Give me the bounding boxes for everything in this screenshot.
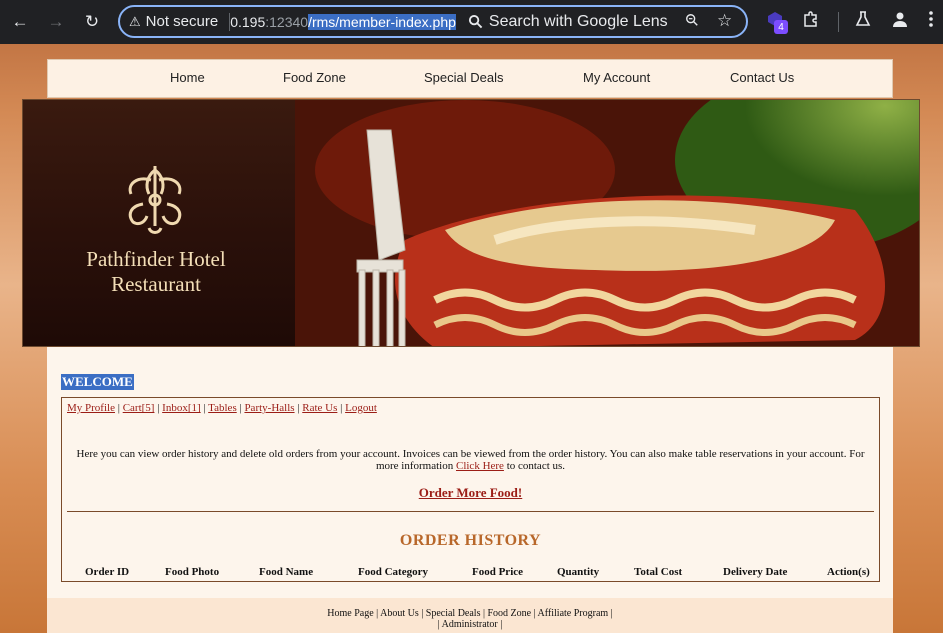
lasagna-photo (295, 100, 919, 346)
rate-us-link[interactable]: Rate Us (302, 402, 337, 414)
profile-icon[interactable] (891, 10, 909, 33)
url-path: /rms/member-index.php (308, 13, 456, 30)
order-more-container: Order More Food! (62, 485, 879, 501)
extension-badge: 4 (774, 20, 788, 34)
restaurant-name: Pathfinder Hotel Restaurant (23, 247, 289, 297)
footer-line1: Home Page | About Us | Special Deals | F… (327, 608, 613, 619)
welcome-heading: WELCOME (61, 374, 134, 390)
footer-food-zone-link[interactable]: Food Zone (487, 608, 531, 619)
labs-flask-icon[interactable] (855, 10, 871, 33)
forward-icon[interactable]: → (44, 10, 68, 34)
footer-special-deals-link[interactable]: Special Deals (426, 608, 481, 619)
col-quantity: Quantity (557, 566, 600, 578)
intro-text: Here you can view order history and dele… (67, 448, 874, 472)
header-banner: Pathfinder Hotel Restaurant (22, 99, 920, 347)
nav-contact-us[interactable]: Contact Us (730, 70, 794, 85)
click-here-link[interactable]: Click Here (456, 460, 504, 472)
footer: Home Page | About Us | Special Deals | F… (47, 598, 893, 633)
inbox-link[interactable]: Inbox[1] (162, 402, 201, 414)
back-icon[interactable]: ← (8, 10, 32, 34)
toolbar-divider (838, 12, 839, 32)
url-text[interactable]: 0.195:12340/rms/member-index.php (230, 13, 456, 30)
lily-logo-icon (128, 166, 182, 234)
col-total-cost: Total Cost (634, 566, 683, 578)
footer-about-us-link[interactable]: About Us (380, 608, 419, 619)
my-profile-link[interactable]: My Profile (67, 402, 115, 414)
col-food-category: Food Category (358, 566, 428, 578)
logout-link[interactable]: Logout (345, 402, 377, 414)
restaurant-name-line1: Pathfinder Hotel (86, 247, 226, 271)
tables-link[interactable]: Tables (208, 402, 237, 414)
lens-label: Search with Google Lens (488, 12, 668, 30)
url-port: :12340 (265, 13, 309, 30)
order-more-food-link[interactable]: Order More Food! (419, 485, 523, 500)
lasagna-illustration (295, 100, 919, 346)
member-links: My Profile | Cart[5] | Inbox[1] | Tables… (67, 402, 377, 414)
puzzle-icon[interactable] (802, 10, 820, 33)
url-host: 0.195 (230, 13, 266, 30)
footer-line2: | Administrator | (437, 619, 503, 630)
brand-panel: Pathfinder Hotel Restaurant (23, 100, 295, 346)
search-icon (468, 14, 483, 29)
member-panel: My Profile | Cart[5] | Inbox[1] | Tables… (61, 397, 880, 582)
site-navigation: Home Food Zone Special Deals My Account … (47, 59, 893, 98)
cart-link[interactable]: Cart[5] (123, 402, 155, 414)
footer-affiliate-program-link[interactable]: Affiliate Program (538, 608, 609, 619)
reload-icon[interactable]: ↻ (80, 10, 104, 34)
restaurant-name-line2: Restaurant (111, 272, 201, 296)
warning-icon[interactable]: ⚠ (129, 14, 141, 30)
footer-administrator-link[interactable]: Administrator (442, 619, 498, 630)
lens-button[interactable]: Search with Google Lens (468, 13, 668, 31)
nav-special-deals[interactable]: Special Deals (424, 70, 504, 85)
browser-toolbar: ← → ↻ ⚠ Not secure 0.195:12340/rms/membe… (0, 0, 943, 44)
menu-dots-icon[interactable] (928, 10, 934, 33)
order-history-title: ORDER HISTORY (399, 532, 542, 549)
intro-text-after: to contact us. (506, 460, 566, 472)
nav-home[interactable]: Home (170, 70, 205, 85)
col-food-photo: Food Photo (165, 566, 220, 578)
col-order-id: Order ID (85, 566, 130, 578)
footer-home-page-link[interactable]: Home Page (327, 608, 373, 619)
security-label[interactable]: Not secure (146, 13, 219, 30)
zoom-icon[interactable] (685, 13, 699, 31)
party-halls-link[interactable]: Party-Halls (244, 402, 294, 414)
nav-my-account[interactable]: My Account (583, 70, 650, 85)
bookmark-star-icon[interactable]: ☆ (717, 11, 732, 31)
nav-food-zone[interactable]: Food Zone (283, 70, 346, 85)
col-food-price: Food Price (472, 566, 524, 578)
col-delivery-date: Delivery Date (723, 566, 788, 578)
divider-line (67, 511, 874, 512)
col-actions: Action(s) (827, 566, 870, 578)
address-bar[interactable]: ⚠ Not secure 0.195:12340/rms/member-inde… (118, 5, 748, 38)
col-food-name: Food Name (259, 566, 314, 578)
